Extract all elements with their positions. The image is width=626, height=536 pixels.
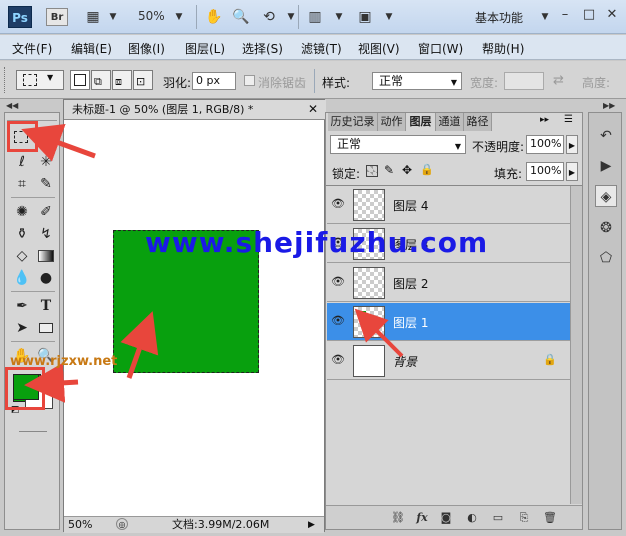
annotation-arrows (21, 124, 404, 403)
arrow-to-layer-thumbnail (354, 308, 404, 358)
watermark-secondary: www.rjzxw.net (10, 354, 118, 369)
arrow-to-marquee-tool (21, 124, 96, 162)
arrow-to-color-swatch (24, 362, 79, 403)
watermark-main: www.shejifuzhu.com (145, 226, 489, 259)
arrow-to-green-square (120, 311, 159, 379)
